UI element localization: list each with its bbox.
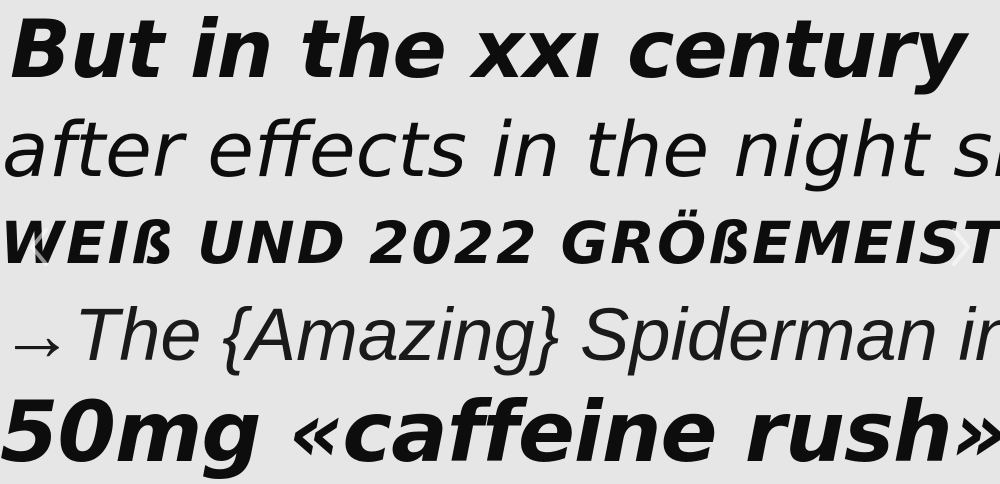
specimen-line-3: WEIß UND 2022 GRÖßEMEISTER <box>0 209 1000 277</box>
type-specimen: But in the xxı century after effects in … <box>0 0 1000 484</box>
specimen-line-4: →The {Amazing} Spiderman in <box>0 293 1000 376</box>
chevron-right-icon <box>952 228 970 266</box>
specimen-line-1: But in the xxı century <box>10 3 966 96</box>
carousel-prev-button[interactable] <box>24 222 54 272</box>
chevron-left-icon <box>30 228 48 266</box>
specimen-line-5: 50mg «caffeine rush» ever <box>0 383 1000 481</box>
specimen-line-2: after effects in the night sky b <box>2 105 1000 194</box>
carousel-next-button[interactable] <box>946 222 976 272</box>
